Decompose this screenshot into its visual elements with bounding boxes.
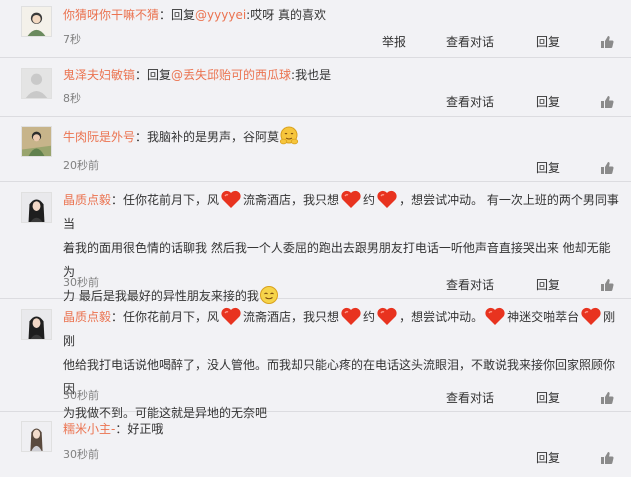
avatar[interactable] bbox=[21, 309, 52, 340]
username[interactable]: 糯米小主- bbox=[63, 422, 115, 436]
username[interactable]: 你猜呀你干嘛不猜 bbox=[63, 8, 159, 22]
heart-icon bbox=[580, 306, 602, 326]
timestamp: 30秒前 bbox=[63, 389, 99, 402]
comment-text: 牛肉阮是外号：我脑补的是男声，谷阿莫 bbox=[63, 123, 621, 151]
mention-link[interactable]: @yyyyei bbox=[195, 8, 246, 22]
timestamp: 20秒前 bbox=[63, 159, 99, 172]
report-button[interactable]: 举报 bbox=[382, 34, 406, 50]
comment-item: 你猜呀你干嘛不猜：回复@yyyyei:哎呀 真的喜欢 7秒 举报 查看对话 回复 bbox=[0, 0, 631, 58]
reply-button[interactable]: 回复 bbox=[536, 34, 560, 50]
like-icon[interactable] bbox=[600, 451, 614, 465]
comment-text: 晶质点毅：任你花前月下，风 流斋酒店，我只想约，想尝试冲动。 神迷交啪萃台 刚刚 他给我… bbox=[63, 305, 619, 425]
reply-button[interactable]: 回复 bbox=[536, 390, 560, 406]
comment-item: 晶质点毅：任你花前月下，风 流斋酒店，我只想约，想尝试冲动。 有一次上班的两个男同… bbox=[0, 182, 631, 304]
comment-text: 鬼泽夫妇敏镐：回复@丢失邱贻可的西瓜球:我也是 bbox=[63, 68, 332, 82]
avatar[interactable] bbox=[21, 6, 52, 37]
comment-list: 你猜呀你干嘛不猜：回复@yyyyei:哎呀 真的喜欢 7秒 举报 查看对话 回复… bbox=[0, 0, 631, 477]
reply-button[interactable]: 回复 bbox=[536, 160, 560, 176]
comment-item: 晶质点毅：任你花前月下，风 流斋酒店，我只想约，想尝试冲动。 神迷交啪萃台 刚刚 他给我… bbox=[0, 299, 631, 420]
comment-text: 你猜呀你干嘛不猜：回复@yyyyei:哎呀 真的喜欢 bbox=[63, 8, 327, 22]
timestamp: 30秒前 bbox=[63, 276, 99, 289]
comment-item: 糯米小主-：好正哦 30秒前 回复 bbox=[0, 412, 631, 477]
heart-icon bbox=[340, 306, 362, 326]
username[interactable]: 牛肉阮是外号 bbox=[63, 130, 135, 144]
heart-icon bbox=[484, 306, 506, 326]
heart-icon bbox=[376, 189, 398, 209]
comment-item: 牛肉阮是外号：我脑补的是男声，谷阿莫 20秒前 回复 bbox=[0, 117, 631, 182]
avatar[interactable] bbox=[21, 68, 52, 99]
view-conversation-button[interactable]: 查看对话 bbox=[446, 34, 494, 50]
view-conversation-button[interactable]: 查看对话 bbox=[446, 390, 494, 406]
comment-text: 糯米小主-：好正哦 bbox=[63, 422, 164, 436]
timestamp: 7秒 bbox=[63, 33, 81, 46]
reply-button[interactable]: 回复 bbox=[536, 450, 560, 466]
reply-button[interactable]: 回复 bbox=[536, 277, 560, 293]
view-conversation-button[interactable]: 查看对话 bbox=[446, 94, 494, 110]
reply-button[interactable]: 回复 bbox=[536, 94, 560, 110]
timestamp: 8秒 bbox=[63, 92, 81, 105]
avatar[interactable] bbox=[21, 192, 52, 223]
timestamp: 30秒前 bbox=[63, 448, 99, 461]
like-icon[interactable] bbox=[600, 161, 614, 175]
heart-icon bbox=[220, 189, 242, 209]
like-icon[interactable] bbox=[600, 95, 614, 109]
like-icon[interactable] bbox=[600, 391, 614, 405]
like-icon[interactable] bbox=[600, 278, 614, 292]
mention-link[interactable]: @丢失邱贻可的西瓜球 bbox=[171, 68, 291, 82]
avatar[interactable] bbox=[21, 421, 52, 452]
hug-face-icon bbox=[279, 126, 299, 146]
username[interactable]: 晶质点毅 bbox=[63, 310, 111, 324]
heart-icon bbox=[220, 306, 242, 326]
heart-icon bbox=[376, 306, 398, 326]
username[interactable]: 晶质点毅 bbox=[63, 193, 111, 207]
avatar[interactable] bbox=[21, 126, 52, 157]
username[interactable]: 鬼泽夫妇敏镐 bbox=[63, 68, 135, 82]
like-icon[interactable] bbox=[600, 35, 614, 49]
comment-item: 鬼泽夫妇敏镐：回复@丢失邱贻可的西瓜球:我也是 8秒 查看对话 回复 bbox=[0, 58, 631, 117]
view-conversation-button[interactable]: 查看对话 bbox=[446, 277, 494, 293]
heart-icon bbox=[340, 189, 362, 209]
